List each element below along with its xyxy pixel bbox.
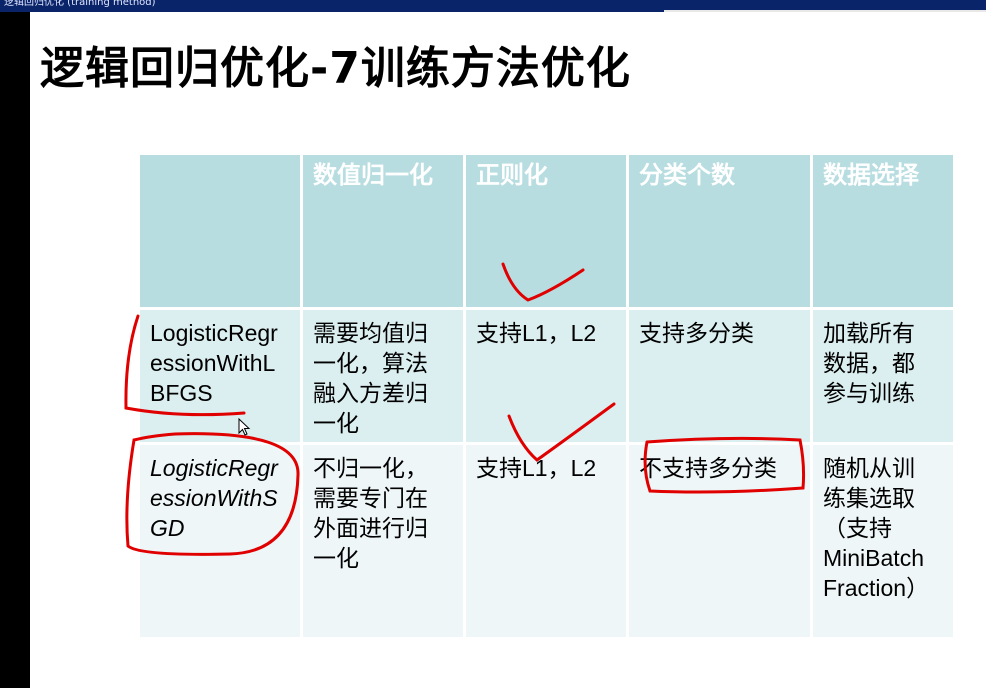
row2-data-selection-line: MiniBatch: [823, 545, 924, 571]
row1-class-count-line: 支持多分类: [639, 320, 754, 346]
row1-data-selection-line: 数据，都: [823, 350, 915, 376]
row2-normalization-cell: 不归一化， 需要专门在 外面进行归 一化: [303, 445, 463, 637]
row1-name-line: essionWithL: [150, 350, 276, 376]
row2-name-line: LogisticRegr: [150, 455, 278, 481]
left-black-bar: [0, 12, 30, 688]
row1-data-selection-line: 加载所有: [823, 320, 915, 346]
row1-data-selection-cell: 加载所有 数据，都 参与训练: [813, 310, 953, 442]
row2-class-count-cell: 不支持多分类: [629, 445, 810, 637]
row1-normalization-line: 融入方差归: [313, 380, 428, 406]
row2-data-selection-cell: 随机从训 练集选取 （支持 MiniBatch Fraction）: [813, 445, 953, 637]
mouse-cursor-icon: [238, 418, 251, 436]
row1-normalization-cell: 需要均值归 一化，算法 融入方差归 一化: [303, 310, 463, 442]
titlebar-edge: [664, 10, 986, 12]
row2-data-selection-line: 练集选取: [823, 485, 915, 511]
window-titlebar: 逻辑回归优化 (training method): [0, 0, 986, 12]
comparison-table: 数值归一化 正则化 分类个数 数据选择 LogisticRegr essionW…: [140, 155, 953, 637]
row2-class-count-line: 不支持多分类: [639, 455, 777, 481]
row1-normalization-line: 一化: [313, 410, 359, 436]
row2-normalization-line: 一化: [313, 545, 359, 571]
row2-regularization-cell: 支持L1，L2: [466, 445, 626, 637]
row2-name-line: essionWithS: [150, 485, 278, 511]
row1-normalization-line: 一化，算法: [313, 350, 428, 376]
row1-normalization-line: 需要均值归: [313, 320, 428, 346]
row2-data-selection-line: （支持: [823, 515, 892, 541]
row2-name-cell: LogisticRegr essionWithS GD: [140, 445, 300, 637]
header-class-count: 分类个数: [629, 155, 810, 307]
row2-regularization-line: 支持L1，L2: [476, 455, 597, 481]
header-data-selection: 数据选择: [813, 155, 953, 307]
row2-name-line: GD: [150, 515, 185, 541]
slide-title: 逻辑回归优化-7训练方法优化: [40, 43, 631, 94]
row1-regularization-line: 支持L1，L2: [476, 320, 597, 346]
row2-normalization-line: 需要专门在: [313, 485, 428, 511]
header-regularization: 正则化: [466, 155, 626, 307]
row1-class-count-cell: 支持多分类: [629, 310, 810, 442]
row2-normalization-line: 不归一化，: [313, 455, 428, 481]
row1-name-cell: LogisticRegr essionWithL BFGS: [140, 310, 300, 442]
row1-data-selection-line: 参与训练: [823, 380, 915, 406]
row2-normalization-line: 外面进行归: [313, 515, 428, 541]
row2-data-selection-line: Fraction）: [823, 575, 930, 601]
header-corner-cell: [140, 155, 300, 307]
row1-name-line: LogisticRegr: [150, 320, 278, 346]
window-title: 逻辑回归优化 (training method): [4, 0, 156, 8]
row1-name-line: BFGS: [150, 380, 213, 406]
row1-regularization-cell: 支持L1，L2: [466, 310, 626, 442]
row2-data-selection-line: 随机从训: [823, 455, 915, 481]
header-normalization: 数值归一化: [303, 155, 463, 307]
